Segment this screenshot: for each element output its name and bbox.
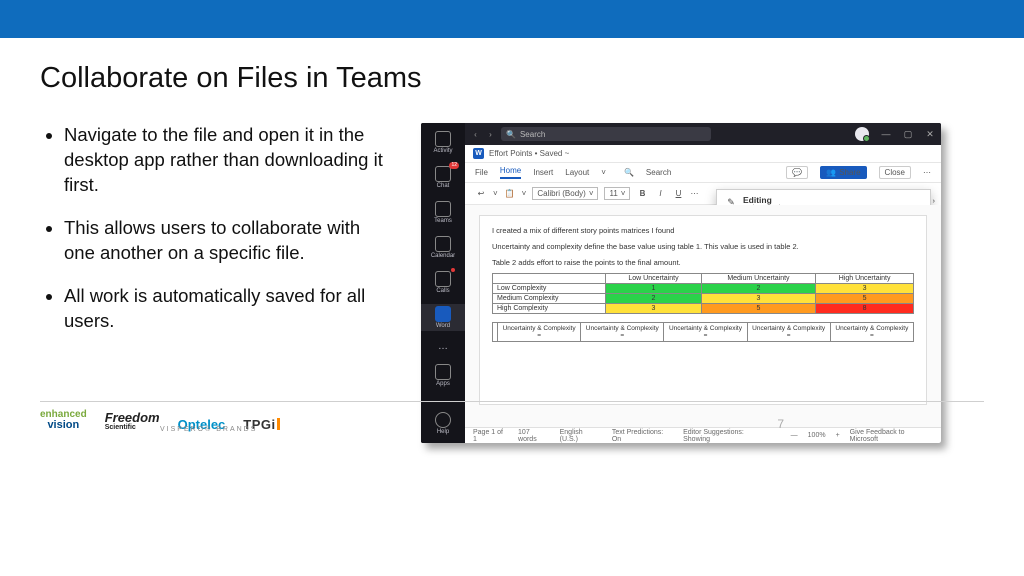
text-column: Navigate to the file and open it in the … bbox=[40, 123, 395, 443]
teams-icon bbox=[435, 201, 451, 217]
zoom-out[interactable]: — bbox=[791, 432, 798, 439]
share-button[interactable]: 👥Share bbox=[820, 166, 866, 179]
ribbon-search-icon: 🔍 bbox=[624, 168, 634, 177]
maximize-icon[interactable]: ▢ bbox=[903, 129, 913, 140]
effort-table: Uncertainty & Complexity =Uncertainty & … bbox=[492, 322, 914, 342]
brand-enhanced-vision: enhancedvision bbox=[40, 410, 87, 431]
ribbon-search[interactable]: Search bbox=[646, 168, 671, 177]
document-canvas: I created a mix of different story point… bbox=[465, 205, 941, 427]
search-placeholder: Search bbox=[520, 130, 545, 139]
back-icon[interactable]: ‹ bbox=[471, 130, 480, 139]
paste-icon[interactable]: 📋 bbox=[504, 189, 516, 198]
forward-icon[interactable]: › bbox=[486, 130, 495, 139]
italic-button[interactable]: I bbox=[654, 189, 666, 198]
font-select[interactable]: Calibri (Body)˅ bbox=[532, 187, 598, 200]
top-banner bbox=[0, 0, 1024, 38]
rail-teams[interactable]: Teams bbox=[421, 199, 465, 226]
close-icon[interactable]: ✕ bbox=[925, 129, 935, 140]
undo-icon[interactable]: ↩ bbox=[475, 189, 487, 198]
bullet-item: Navigate to the file and open it in the … bbox=[64, 123, 395, 198]
story-points-table: Low UncertaintyMedium UncertaintyHigh Un… bbox=[492, 273, 914, 314]
bold-button[interactable]: B bbox=[636, 189, 648, 198]
rail-word[interactable]: Word bbox=[421, 304, 465, 331]
brand-freedom-scientific: FreedomScientific bbox=[105, 411, 160, 431]
avatar[interactable] bbox=[855, 127, 869, 141]
underline-button[interactable]: U bbox=[672, 189, 684, 198]
chat-icon bbox=[435, 166, 451, 182]
word-app-icon: W bbox=[473, 148, 484, 159]
doc-title-row: W Effort Points • Saved ~ bbox=[465, 145, 941, 163]
tab-insert[interactable]: Insert bbox=[533, 168, 553, 177]
bullet-item: All work is automatically saved for all … bbox=[64, 284, 395, 334]
titlebar: ‹ › 🔍 Search — ▢ ✕ bbox=[465, 123, 941, 145]
tab-layout[interactable]: Layout bbox=[565, 168, 589, 177]
share-icon: 👥 bbox=[826, 168, 836, 177]
footer: enhancedvision FreedomScientific Optelec… bbox=[40, 401, 984, 431]
bullet-item: This allows users to collaborate with on… bbox=[64, 216, 395, 266]
rail-more[interactable]: … bbox=[421, 339, 465, 354]
tab-file[interactable]: File bbox=[475, 168, 488, 177]
search-input[interactable]: 🔍 Search bbox=[501, 127, 711, 141]
word-online: W Effort Points • Saved ~ File Home Inse… bbox=[465, 145, 941, 443]
slide-title: Collaborate on Files in Teams bbox=[40, 62, 984, 95]
word-icon bbox=[435, 306, 451, 322]
apps-icon bbox=[435, 364, 451, 380]
footer-tagline: VISPERO® BRANDS bbox=[160, 426, 257, 433]
minimize-icon[interactable]: — bbox=[881, 129, 891, 139]
doc-title: Effort Points • Saved ~ bbox=[489, 149, 569, 158]
close-button[interactable]: Close bbox=[879, 166, 911, 179]
ribbon-more[interactable]: ⋯ bbox=[690, 189, 698, 198]
page-number: 7 bbox=[777, 417, 784, 431]
teams-screenshot: Activity 12Chat Teams Calendar Calls Wor… bbox=[421, 123, 941, 443]
size-select[interactable]: 11˅ bbox=[604, 187, 630, 200]
doc-paragraph: Table 2 adds effort to raise the points … bbox=[492, 258, 914, 268]
search-icon: 🔍 bbox=[506, 130, 516, 139]
bullet-list: Navigate to the file and open it in the … bbox=[40, 123, 395, 334]
more-button[interactable]: ⋯ bbox=[923, 168, 931, 177]
badge: 12 bbox=[449, 162, 459, 169]
rail-chat[interactable]: 12Chat bbox=[421, 164, 465, 191]
doc-paragraph: I created a mix of different story point… bbox=[492, 226, 914, 236]
slide-body: Collaborate on Files in Teams Navigate t… bbox=[0, 38, 1024, 443]
zoom-in[interactable]: + bbox=[836, 432, 840, 439]
comments-button[interactable]: 💬 bbox=[786, 166, 808, 179]
tab-home[interactable]: Home bbox=[500, 166, 521, 179]
badge-dot bbox=[451, 268, 455, 272]
bell-icon bbox=[435, 131, 451, 147]
doc-paragraph: Uncertainty and complexity define the ba… bbox=[492, 242, 914, 252]
phone-icon bbox=[435, 271, 451, 287]
status-zoom[interactable]: 100% bbox=[808, 432, 826, 439]
calendar-icon bbox=[435, 236, 451, 252]
rail-calls[interactable]: Calls bbox=[421, 269, 465, 296]
rail-calendar[interactable]: Calendar bbox=[421, 234, 465, 261]
rail-activity[interactable]: Activity bbox=[421, 129, 465, 156]
teams-nav-rail: Activity 12Chat Teams Calendar Calls Wor… bbox=[421, 123, 465, 443]
ribbon-tabs: File Home Insert Layout ˅ 🔍 Search 💬 👥Sh… bbox=[465, 163, 941, 183]
tab-more[interactable]: ˅ bbox=[601, 168, 606, 177]
rail-apps[interactable]: Apps bbox=[421, 362, 465, 389]
